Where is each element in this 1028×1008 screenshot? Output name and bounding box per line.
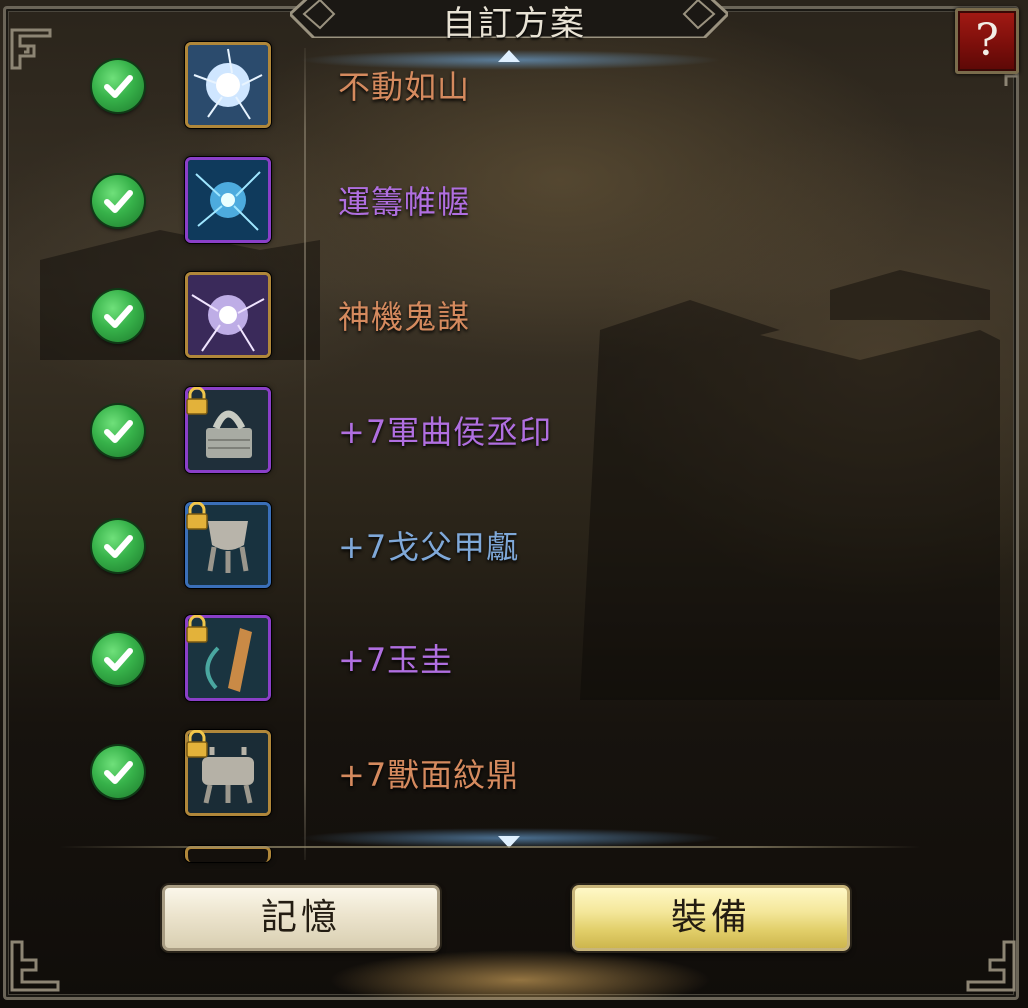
- item-list: 不動如山 運籌帷幄 神機鬼謀 +7軍曲侯丞印 +7戈父甲甗 +7玉圭 +7獸面紋…: [0, 0, 1028, 1008]
- item-name: 神機鬼謀: [338, 298, 471, 336]
- partial-item-icon: [185, 846, 271, 862]
- checkmark-icon[interactable]: [92, 60, 144, 112]
- violet-burst-icon: [185, 272, 271, 358]
- item-name: 運籌帷幄: [338, 183, 471, 221]
- checkmark-icon[interactable]: [92, 520, 144, 572]
- item-name: 不動如山: [338, 68, 471, 106]
- lock-icon: [186, 502, 208, 530]
- list-item[interactable]: 運籌帷幄: [0, 143, 1028, 257]
- list-item[interactable]: +7玉圭: [0, 603, 1028, 717]
- equip-button[interactable]: 裝備: [572, 885, 850, 951]
- item-name: +7戈父甲甗: [338, 528, 520, 566]
- memory-button[interactable]: 記憶: [162, 885, 440, 951]
- list-item[interactable]: +7獸面紋鼎: [0, 718, 1028, 832]
- list-item[interactable]: 神機鬼謀: [0, 258, 1028, 372]
- lock-icon: [186, 387, 208, 415]
- item-name: +7獸面紋鼎: [338, 756, 520, 794]
- checkmark-icon[interactable]: [92, 633, 144, 685]
- blue-burst-icon: [185, 157, 271, 243]
- checkmark-icon[interactable]: [92, 405, 144, 457]
- item-name: +7軍曲侯丞印: [338, 413, 553, 451]
- checkmark-icon[interactable]: [92, 746, 144, 798]
- checkmark-icon[interactable]: [92, 290, 144, 342]
- lock-icon: [186, 615, 208, 643]
- item-name: +7玉圭: [338, 641, 454, 679]
- checkmark-icon[interactable]: [92, 175, 144, 227]
- list-bottom-divider: [60, 846, 920, 848]
- lock-icon: [186, 730, 208, 758]
- list-item[interactable]: 不動如山: [0, 28, 1028, 142]
- list-item[interactable]: +7戈父甲甗: [0, 488, 1028, 602]
- list-item[interactable]: +7軍曲侯丞印: [0, 373, 1028, 487]
- lightning-orb-icon: [185, 42, 271, 128]
